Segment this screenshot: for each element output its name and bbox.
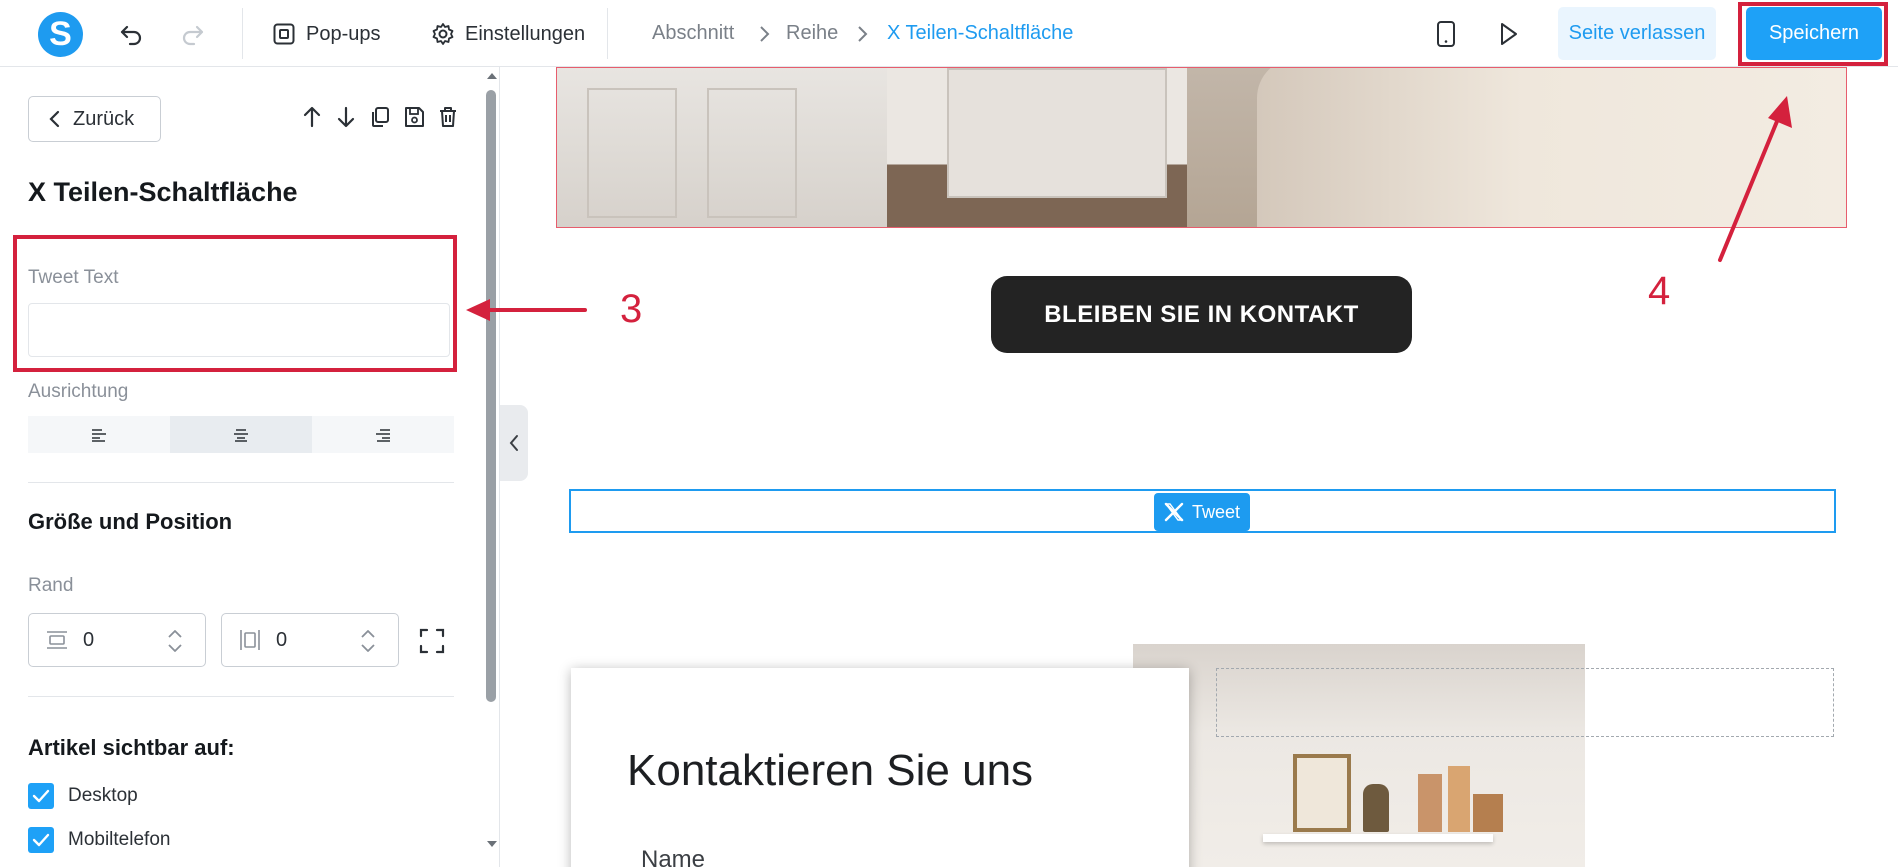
- annotation-arrow-left: [466, 299, 587, 321]
- tweet-text-highlight-box: [13, 235, 457, 372]
- leave-page-button[interactable]: Seite verlassen: [1558, 7, 1716, 60]
- margin-vertical-field[interactable]: 0: [221, 613, 399, 667]
- back-label: Zurück: [73, 107, 135, 130]
- toolbar-divider: [607, 8, 608, 59]
- checkbox-checked-icon: [28, 783, 54, 809]
- visible-desktop-label: Desktop: [68, 785, 138, 806]
- toolbar-divider: [242, 8, 243, 59]
- visible-mobile-label: Mobiltelefon: [68, 829, 171, 850]
- alignment-label: Ausrichtung: [28, 381, 129, 402]
- undo-icon[interactable]: [116, 19, 146, 49]
- size-position-title: Größe und Position: [28, 509, 233, 534]
- section-divider: [28, 482, 454, 483]
- breadcrumb-section[interactable]: Abschnitt: [652, 22, 734, 45]
- form-title: Kontaktieren Sie uns: [627, 746, 1034, 795]
- align-left-icon: [92, 428, 106, 442]
- tweet-button[interactable]: Tweet: [1154, 493, 1250, 531]
- annotation-arrow-up: [1718, 96, 1792, 262]
- annotation-step-3: 3: [620, 287, 643, 331]
- popups-button[interactable]: Pop-ups: [272, 17, 381, 51]
- properties-panel: Zurück X Teilen-Schaltfläche Tweet Text …: [0, 67, 500, 867]
- top-toolbar: S Pop-ups Einstellungen Abschnitt Reihe …: [0, 0, 1898, 67]
- name-field-label: Name: [641, 846, 706, 867]
- stepper-icon[interactable]: [165, 626, 185, 656]
- alignment-control: [28, 416, 454, 453]
- back-button[interactable]: Zurück: [28, 96, 161, 142]
- chevron-right-icon: [858, 26, 868, 42]
- scrollbar-thumb[interactable]: [486, 90, 496, 702]
- breadcrumb-current: X Teilen-Schaltfläche: [887, 22, 1074, 44]
- breadcrumb-row[interactable]: Reihe: [786, 22, 838, 45]
- vertical-spacing-icon: [240, 630, 260, 650]
- arrow-down-icon[interactable]: [334, 103, 358, 131]
- element-actions: [300, 103, 460, 131]
- align-left-option[interactable]: [28, 416, 170, 453]
- popups-label: Pop-ups: [306, 22, 381, 45]
- section-divider: [28, 696, 454, 697]
- x-logo-icon: [1164, 502, 1184, 522]
- chevron-left-icon: [509, 435, 518, 451]
- horizontal-spacing-icon: [47, 631, 67, 649]
- chevron-right-icon: [760, 26, 770, 42]
- settings-label: Einstellungen: [465, 22, 586, 45]
- redo-icon[interactable]: [178, 19, 208, 49]
- align-center-icon: [234, 428, 248, 442]
- margin-vertical-value: 0: [276, 628, 288, 651]
- checkbox-checked-icon: [28, 827, 54, 853]
- empty-placeholder[interactable]: [1216, 668, 1834, 737]
- gear-icon: [432, 23, 454, 45]
- play-preview-icon[interactable]: [1493, 19, 1523, 49]
- expand-icon[interactable]: [418, 627, 446, 655]
- margin-horizontal-field[interactable]: 0: [28, 613, 206, 667]
- page-canvas: BLEIBEN SIE IN KONTAKT Tweet Kontaktiere…: [501, 67, 1898, 867]
- arrow-up-icon[interactable]: [300, 103, 324, 131]
- margin-label: Rand: [28, 575, 74, 596]
- duplicate-icon[interactable]: [368, 103, 392, 131]
- chevron-left-icon: [49, 110, 60, 128]
- contact-form-card: Kontaktieren Sie uns Name: [571, 668, 1189, 867]
- scroll-down-icon[interactable]: [486, 839, 498, 849]
- tweet-element-row[interactable]: Tweet: [569, 489, 1836, 533]
- trash-icon[interactable]: [436, 103, 460, 131]
- annotation-step-4: 4: [1648, 269, 1671, 313]
- collapse-sidebar-toggle[interactable]: [500, 405, 528, 481]
- save-element-icon[interactable]: [402, 103, 426, 131]
- tweet-button-label: Tweet: [1191, 501, 1241, 522]
- align-right-option[interactable]: [312, 416, 454, 453]
- bedroom-image[interactable]: [556, 67, 1847, 228]
- visible-mobile-checkbox[interactable]: Mobiltelefon: [28, 827, 170, 853]
- visible-on-title: Artikel sichtbar auf:: [28, 735, 235, 760]
- align-center-option[interactable]: [170, 416, 312, 453]
- stepper-icon[interactable]: [358, 626, 378, 656]
- margin-horizontal-value: 0: [83, 628, 95, 651]
- panel-title: X Teilen-Schaltfläche: [28, 177, 298, 207]
- scroll-up-icon[interactable]: [486, 71, 498, 81]
- save-highlight-box: [1738, 2, 1888, 66]
- app-logo[interactable]: S: [38, 12, 83, 57]
- popup-icon: [273, 23, 295, 45]
- settings-button[interactable]: Einstellungen: [431, 17, 585, 51]
- mobile-preview-icon[interactable]: [1431, 19, 1461, 49]
- align-right-icon: [376, 428, 390, 442]
- stay-in-touch-button[interactable]: BLEIBEN SIE IN KONTAKT: [991, 276, 1412, 353]
- visible-desktop-checkbox[interactable]: Desktop: [28, 783, 138, 809]
